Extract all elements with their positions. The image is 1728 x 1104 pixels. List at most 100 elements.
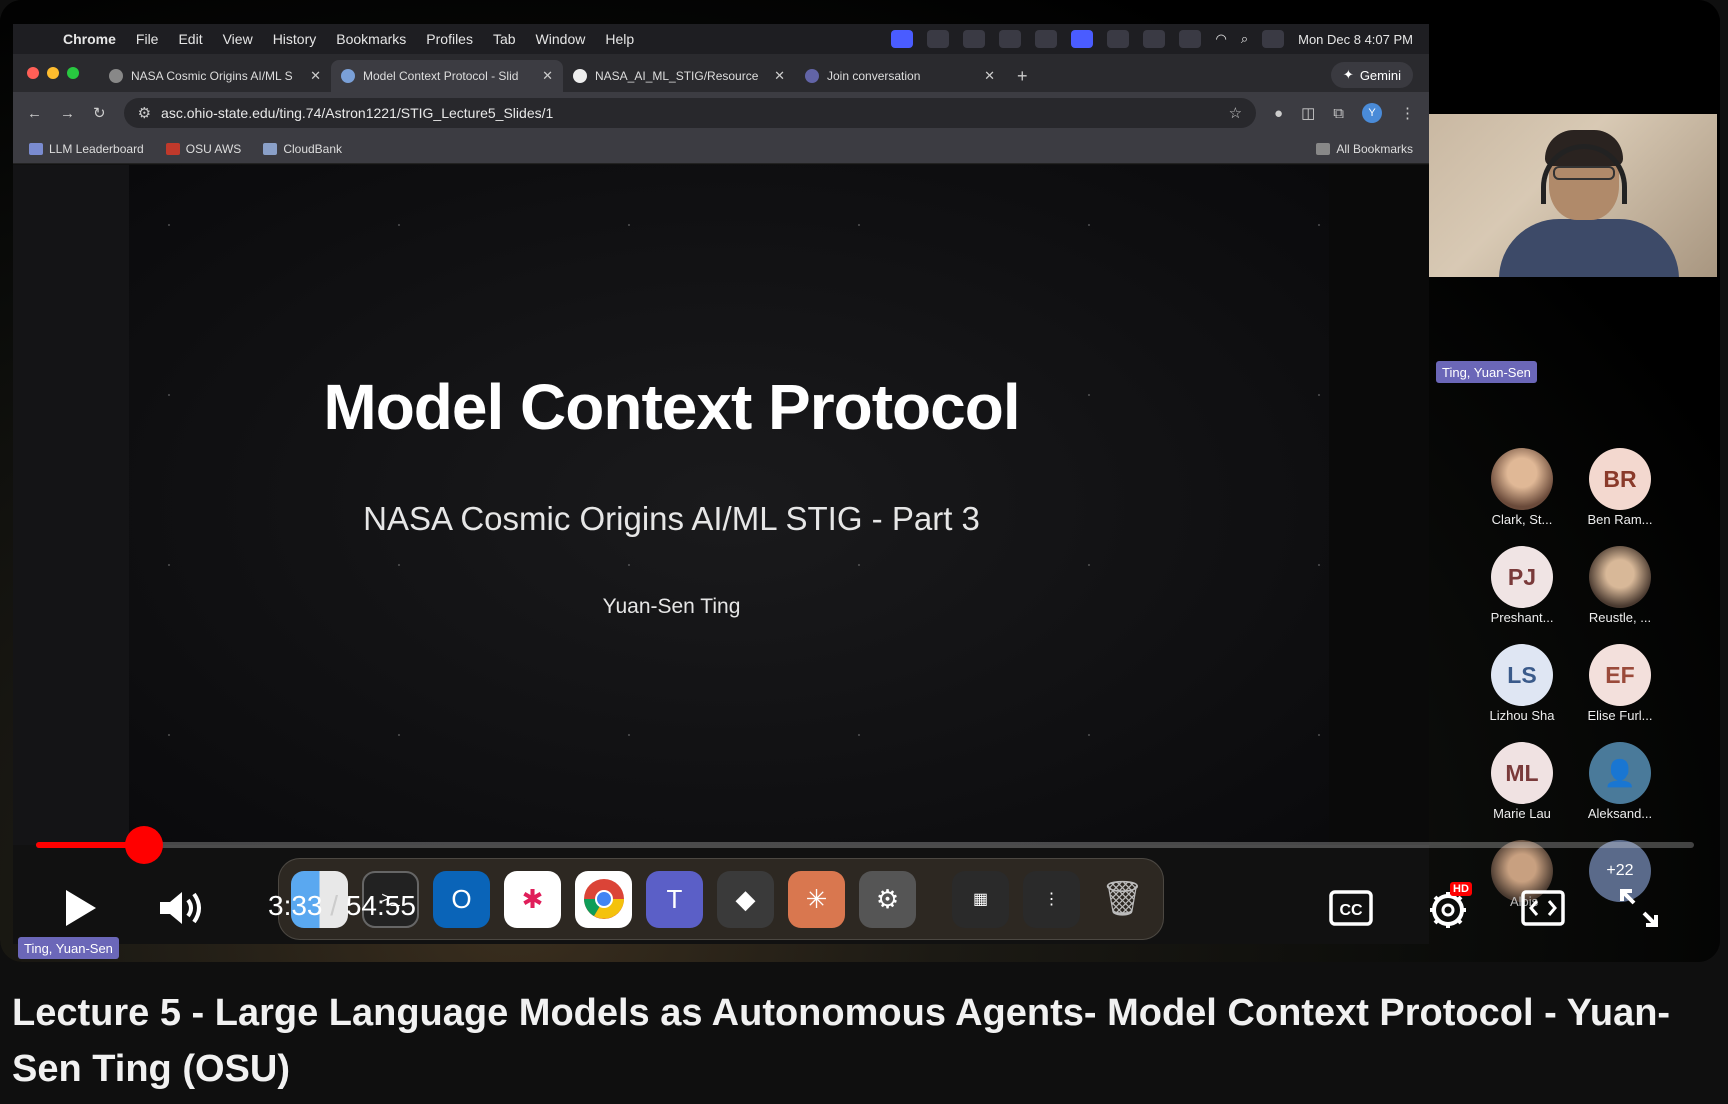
slide-subtitle: NASA Cosmic Origins AI/ML STIG - Part 3 (363, 500, 980, 537)
progress-bar-track[interactable] (36, 842, 1694, 848)
participant-tile: Clark, St... (1474, 448, 1570, 527)
menu-tab: Tab (492, 31, 516, 47)
menu-edit: Edit (178, 31, 203, 47)
time-display: 3:33 / 54:55 (268, 890, 416, 922)
keyboard-input-icon (1143, 30, 1166, 48)
tab-close-icon: ✕ (310, 68, 321, 83)
hd-badge: HD (1450, 882, 1472, 896)
play-icon (66, 890, 96, 926)
wifi-icon: ◠ (1215, 31, 1227, 46)
browser-tab-github: NASA_AI_ML_STIG/Resource ✕ (563, 60, 795, 92)
participant-tile: ML Marie Lau (1474, 742, 1570, 821)
duration: 54:55 (345, 890, 416, 921)
bookmark-icon (165, 142, 180, 155)
bookmarks-bar: LLM Leaderboard OSU AWS CloudBank All Bo… (13, 134, 1429, 164)
cloud-icon (263, 142, 278, 155)
participant-name: Lizhou Sha (1489, 708, 1555, 723)
volume-button[interactable] (154, 884, 210, 932)
site-settings-icon: ⚙ (137, 105, 152, 122)
speaker-caption-tag: Ting, Yuan-Sen (18, 937, 119, 959)
participant-initials-avatar: EF (1589, 644, 1651, 706)
teams-icon (927, 30, 950, 48)
slide-margin-right (1329, 165, 1429, 845)
settings-button[interactable]: HD (1420, 882, 1476, 934)
clock-icon (1107, 30, 1130, 48)
bookmark-label: LLM Leaderboard (49, 141, 144, 156)
system-settings-icon: ⚙ (859, 870, 916, 928)
profile-avatar: Y (1362, 103, 1382, 123)
reload-icon: ↻ (93, 105, 106, 122)
fullscreen-button[interactable] (1614, 886, 1664, 930)
url-field: ⚙ asc.ohio-state.edu/ting.74/Astron1221/… (123, 98, 1257, 128)
participant-name: Reustle, ... (1588, 610, 1652, 625)
tab-label: NASA_AI_ML_STIG/Resource (595, 69, 759, 83)
participant-tile: Reustle, ... (1572, 546, 1668, 625)
bookmark-label: All Bookmarks (1336, 141, 1413, 156)
sparkle-icon (963, 30, 986, 48)
glasses-icon (1553, 166, 1615, 180)
outlook-icon: O (433, 870, 490, 928)
video-player[interactable]: Chrome File Edit View History Bookmarks … (0, 0, 1720, 962)
captions-button[interactable]: CC (1326, 886, 1376, 930)
sparkle-icon: ✦ (1342, 67, 1354, 82)
window-controls (27, 54, 99, 92)
teams-window-icon: ⋮ (1023, 870, 1080, 928)
tab-close-icon: ✕ (774, 68, 785, 83)
miniplayer-button[interactable] (1518, 886, 1568, 930)
menu-file: File (135, 31, 159, 47)
svg-text:CC: CC (1339, 902, 1363, 919)
back-arrow-icon: ← (27, 104, 42, 122)
gemini-button: ✦ Gemini (1330, 62, 1413, 88)
menubar-clock: Mon Dec 8 4:07 PM (1298, 31, 1413, 47)
presentation-slide: Model Context Protocol NASA Cosmic Origi… (129, 165, 1329, 845)
time-separator: / (330, 890, 339, 921)
person-icon: 👤 (1589, 742, 1651, 804)
status-area: ◠ ⌕ Mon Dec 8 4:07 PM (891, 30, 1429, 48)
participant-initials-avatar: BR (1589, 448, 1651, 510)
tab-close-icon: ✕ (542, 68, 553, 83)
participant-photo-avatar (1589, 546, 1651, 608)
participant-tile: BR Ben Ram... (1572, 448, 1668, 527)
bookmark-cloudbank: CloudBank (263, 142, 342, 156)
all-bookmarks: All Bookmarks (1316, 142, 1413, 156)
bookmark-llm-leaderboard: LLM Leaderboard (29, 142, 144, 156)
bookmark-star-icon: ☆ (1228, 105, 1243, 122)
browser-tab-mcp: Model Context Protocol - Slid ✕ (331, 60, 563, 92)
progress-scrubber-handle[interactable] (125, 826, 163, 864)
puzzle-icon: ◫ (1301, 105, 1316, 122)
url-text: asc.ohio-state.edu/ting.74/Astron1221/ST… (161, 105, 554, 121)
participant-initials-avatar: PJ (1491, 546, 1553, 608)
teams-icon: T (646, 870, 703, 928)
mac-menubar: Chrome File Edit View History Bookmarks … (13, 24, 1429, 54)
screen-share-icon (891, 30, 914, 48)
gemini-label: Gemini (1359, 67, 1401, 83)
folder-icon (1316, 142, 1331, 155)
browser-tab-bar: NASA Cosmic Origins AI/ML S ✕ Model Cont… (13, 54, 1429, 92)
speaker-name-tag: Ting, Yuan-Sen (1436, 361, 1537, 383)
participant-name: Preshant... (1490, 610, 1554, 625)
slide-margin-left (13, 165, 129, 845)
more-menu-icon: ⋮ (1400, 105, 1415, 122)
menu-history: History (272, 31, 317, 47)
tab-close-icon: ✕ (984, 68, 995, 83)
new-tab-icon: + (1017, 65, 1028, 86)
maximize-window-icon (67, 67, 79, 79)
volume-icon (160, 892, 201, 924)
participant-tile: 👤 Aleksand... (1572, 742, 1668, 821)
tab-label: NASA Cosmic Origins AI/ML S (131, 69, 293, 83)
slide-title: Model Context Protocol (323, 371, 1020, 443)
participant-photo-avatar (1491, 448, 1553, 510)
speaker-webcam (1429, 114, 1717, 277)
cube-icon (999, 30, 1022, 48)
menu-window: Window (535, 31, 586, 47)
participant-name: Ben Ram... (1587, 512, 1653, 527)
play-button[interactable] (56, 884, 104, 932)
control-center-icon (1262, 30, 1285, 48)
slides-favicon-icon (341, 69, 355, 83)
teams-favicon-icon (805, 69, 819, 83)
participant-tile: LS Lizhou Sha (1474, 644, 1570, 723)
trash-icon: 🗑 (1100, 880, 1145, 918)
claude-icon: ✳ (788, 870, 845, 928)
bookmark-icon (29, 142, 43, 155)
participant-name: Marie Lau (1493, 806, 1551, 821)
